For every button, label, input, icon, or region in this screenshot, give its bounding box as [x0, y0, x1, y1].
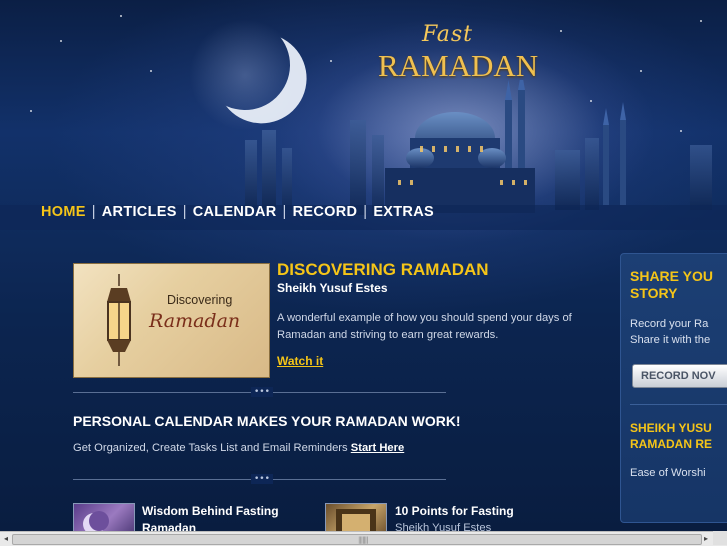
- site-header: Fast RAMADAN: [0, 0, 727, 230]
- share-story-panel: SHARE YOU STORY Record your Ra Share it …: [620, 253, 727, 523]
- feature-title[interactable]: DISCOVERING RAMADAN: [277, 260, 489, 280]
- nav-extras[interactable]: EXTRAS: [373, 204, 434, 220]
- share-text-line2: Share it with the: [630, 334, 711, 346]
- scroll-right-arrow-icon[interactable]: ▸: [700, 533, 712, 545]
- share-heading-line1: SHARE YOU: [630, 268, 713, 284]
- sheikh-heading-line2[interactable]: RAMADAN RE: [630, 436, 712, 453]
- share-heading-line2: STORY: [630, 285, 678, 301]
- logo-ramadan[interactable]: RAMADAN: [378, 48, 538, 84]
- divider-ornament-icon: •••: [251, 387, 273, 397]
- article-title-line: Wisdom Behind Fasting: [142, 504, 279, 518]
- feature-description: A wonderful example of how you should sp…: [277, 312, 572, 341]
- article-title[interactable]: Wisdom Behind Fasting Ramadan: [142, 503, 279, 531]
- crescent-icon: [83, 511, 109, 531]
- feature-image-text-1: Discovering: [167, 293, 233, 307]
- feature-thumbnail[interactable]: Discovering Ramadan: [73, 263, 270, 378]
- nav-separator: |: [91, 204, 96, 220]
- feature-author: Sheikh Yusuf Estes: [277, 281, 388, 295]
- nav-record[interactable]: RECORD: [293, 204, 358, 220]
- article-thumbnail[interactable]: [73, 503, 135, 531]
- record-now-button[interactable]: RECORD NOV: [632, 364, 727, 388]
- calendar-heading: PERSONAL CALENDAR MAKES YOUR RAMADAN WOR…: [73, 413, 461, 429]
- lantern-icon: [107, 274, 131, 366]
- nav-calendar[interactable]: CALENDAR: [193, 204, 277, 220]
- nav-separator: |: [363, 204, 368, 220]
- divider-ornament-icon: •••: [251, 474, 273, 484]
- door-icon: [336, 509, 376, 531]
- page: Fast RAMADAN HOME | ARTICLES | CALENDAR …: [0, 0, 727, 531]
- start-here-link[interactable]: Start Here: [351, 442, 404, 454]
- nav-separator: |: [182, 204, 187, 220]
- article-title-line: Ramadan: [142, 521, 197, 531]
- horizontal-scrollbar[interactable]: ◂ ||||||| ▸: [0, 531, 727, 546]
- main-nav: HOME | ARTICLES | CALENDAR | RECORD | EXTRAS: [41, 204, 434, 220]
- divider: •••: [73, 387, 446, 397]
- scrollbar-grip-icon: |||||||: [358, 536, 368, 544]
- calendar-description-text: Get Organized, Create Tasks List and Ema…: [73, 442, 348, 454]
- panel-divider: [630, 404, 727, 405]
- nav-separator: |: [282, 204, 287, 220]
- scroll-left-arrow-icon[interactable]: ◂: [0, 533, 12, 545]
- watch-it-link[interactable]: Watch it: [277, 354, 323, 368]
- article-author: Sheikh Yusuf Estes: [395, 522, 492, 531]
- scrollbar-thumb[interactable]: |||||||: [12, 534, 702, 545]
- article-title[interactable]: 10 Points for Fasting: [395, 503, 514, 520]
- nav-home[interactable]: HOME: [41, 204, 86, 220]
- feature-image-text-2: Ramadan: [149, 310, 241, 332]
- sheikh-heading-line1[interactable]: SHEIKH YUSU: [630, 420, 712, 437]
- divider: •••: [73, 474, 446, 484]
- nav-articles[interactable]: ARTICLES: [102, 204, 177, 220]
- sheikh-text: Ease of Worshi: [630, 467, 706, 479]
- resize-corner[interactable]: [713, 531, 727, 545]
- share-text-line1: Record your Ra: [630, 318, 709, 330]
- article-thumbnail[interactable]: [325, 503, 387, 531]
- logo-fast[interactable]: Fast: [422, 22, 473, 47]
- calendar-description: Get Organized, Create Tasks List and Ema…: [73, 442, 404, 454]
